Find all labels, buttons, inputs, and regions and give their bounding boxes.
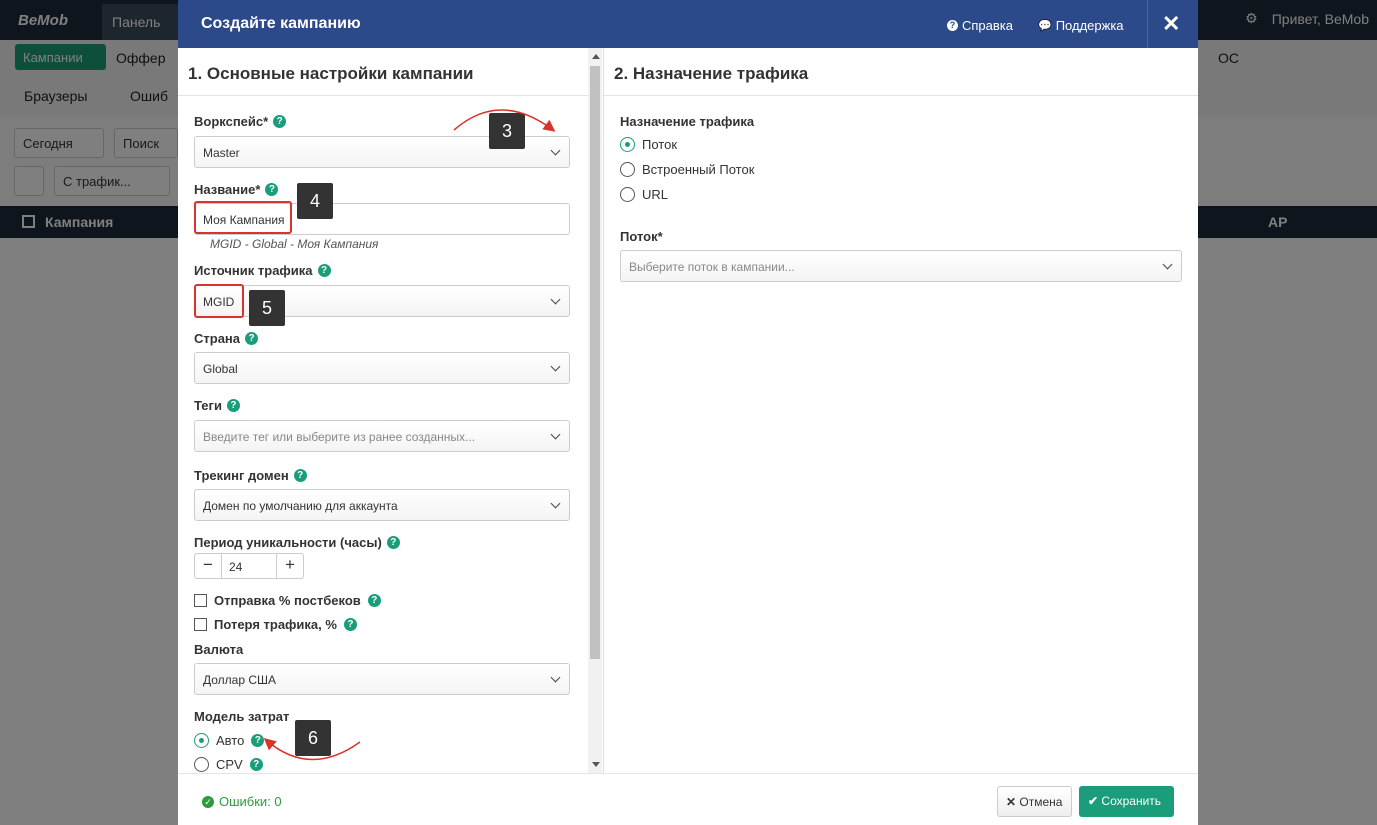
arrow-3: [453, 109, 556, 132]
annotation-arrows: [263, 109, 556, 761]
arrow-6: [263, 738, 361, 761]
